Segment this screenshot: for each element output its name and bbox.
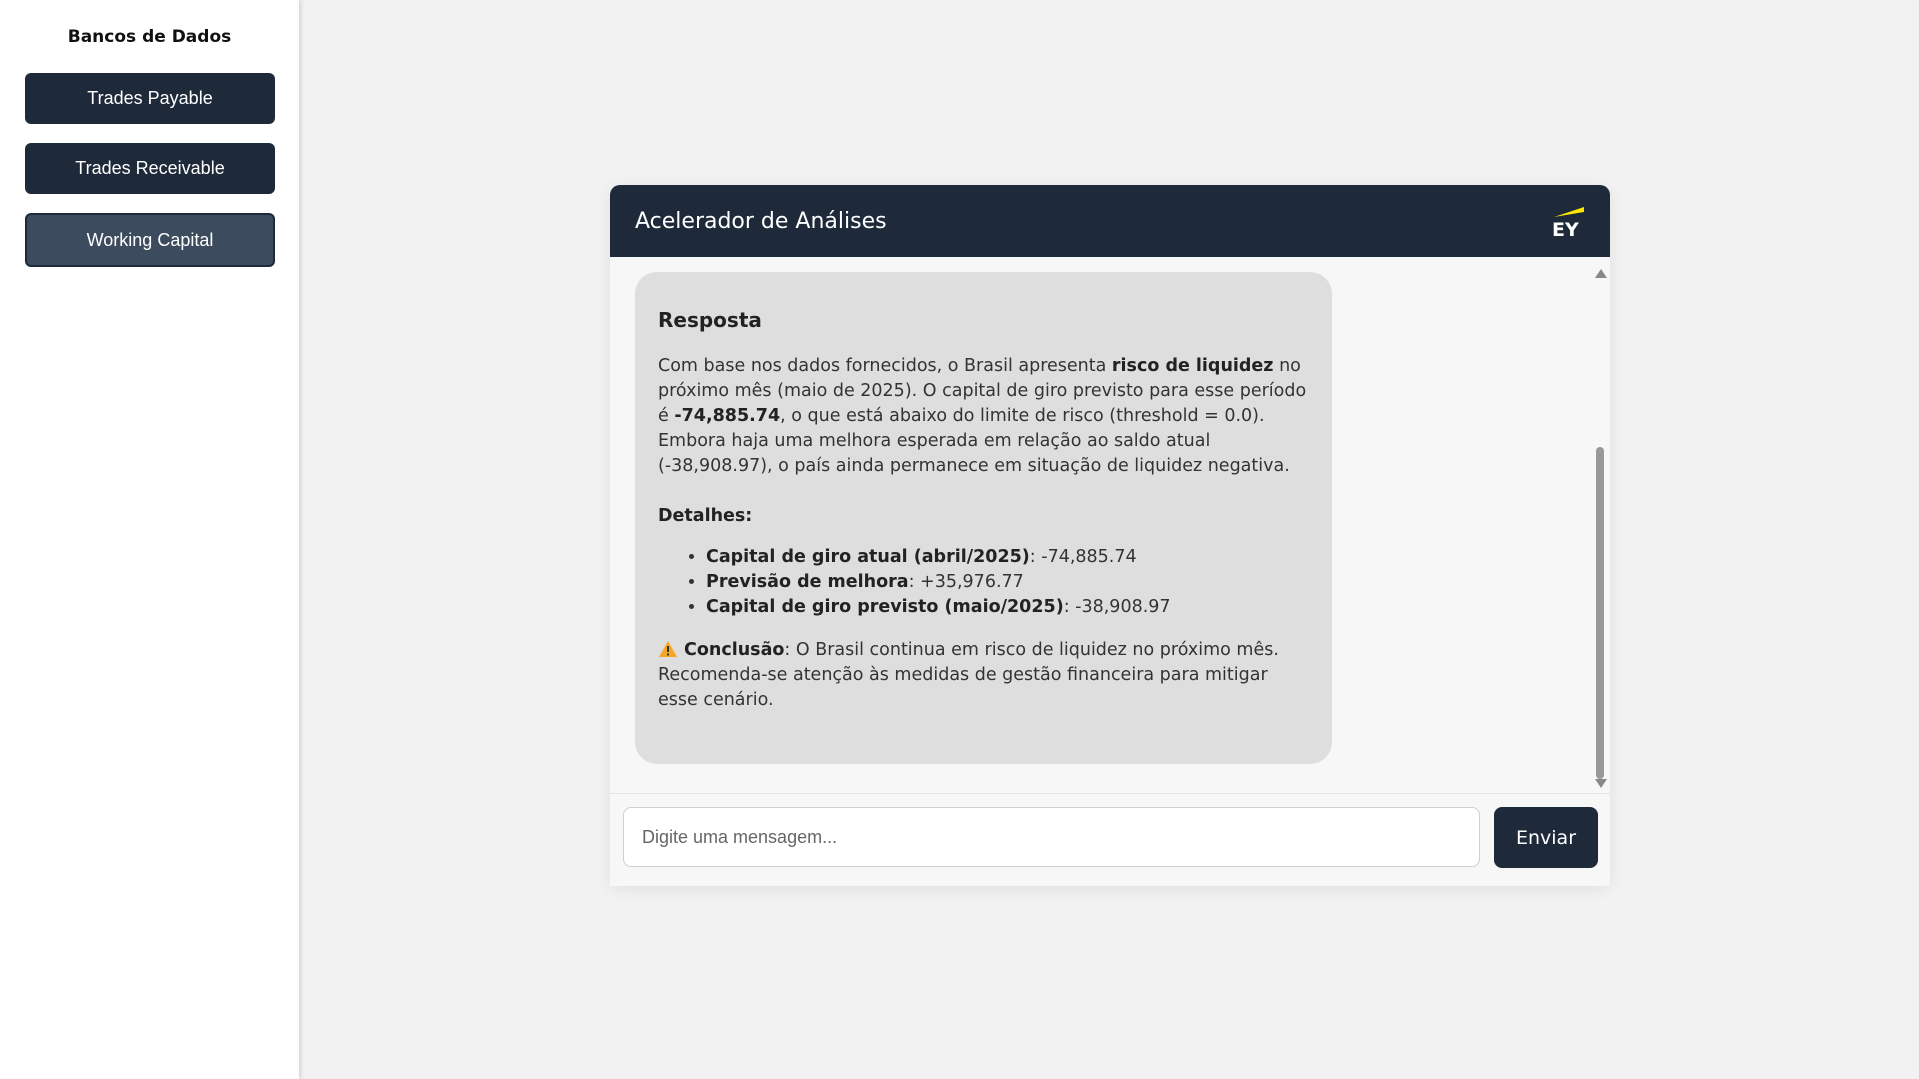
list-item: Capital de giro previsto (maio/2025): -3… (706, 595, 1310, 620)
sidebar: Bancos de Dados Trades Payable Trades Re… (0, 0, 299, 1079)
warning-icon (659, 641, 677, 657)
sidebar-item-working-capital[interactable]: Working Capital (25, 213, 275, 267)
conclusion: Conclusão: O Brasil continua em risco de… (658, 640, 1279, 710)
sidebar-item-trades-receivable[interactable]: Trades Receivable (25, 143, 275, 194)
chat-window: Acelerador de Análises EY Resposta Com b… (610, 185, 1610, 886)
send-button[interactable]: Enviar (1494, 807, 1598, 868)
details-label: Detalhes: (658, 506, 753, 526)
scroll-thumb[interactable] (1596, 447, 1604, 779)
list-item: Previsão de melhora: +35,976.77 (706, 570, 1310, 595)
message-paragraph: Com base nos dados fornecidos, o Brasil … (658, 356, 1307, 476)
list-item: Capital de giro atual (abril/2025): -74,… (706, 545, 1310, 570)
sidebar-item-trades-payable[interactable]: Trades Payable (25, 73, 275, 124)
ey-logo: EY (1552, 207, 1584, 239)
message-input[interactable] (623, 807, 1480, 867)
message-list: Resposta Com base nos dados fornecidos, … (610, 257, 1610, 793)
message-heading: Resposta (658, 308, 762, 332)
sidebar-title: Bancos de Dados (67, 27, 232, 47)
chat-title: Acelerador de Análises (635, 209, 887, 234)
details-list: Capital de giro atual (abril/2025): -74,… (658, 545, 1310, 620)
scroll-down-arrow-icon[interactable] (1595, 779, 1607, 788)
scroll-up-arrow-icon[interactable] (1595, 269, 1607, 278)
ey-logo-text: EY (1552, 219, 1579, 239)
chat-header: Acelerador de Análises EY (610, 185, 1610, 257)
assistant-message: Resposta Com base nos dados fornecidos, … (635, 272, 1332, 764)
message-scrollbar[interactable] (1593, 265, 1607, 793)
input-area: Enviar (610, 793, 1610, 886)
